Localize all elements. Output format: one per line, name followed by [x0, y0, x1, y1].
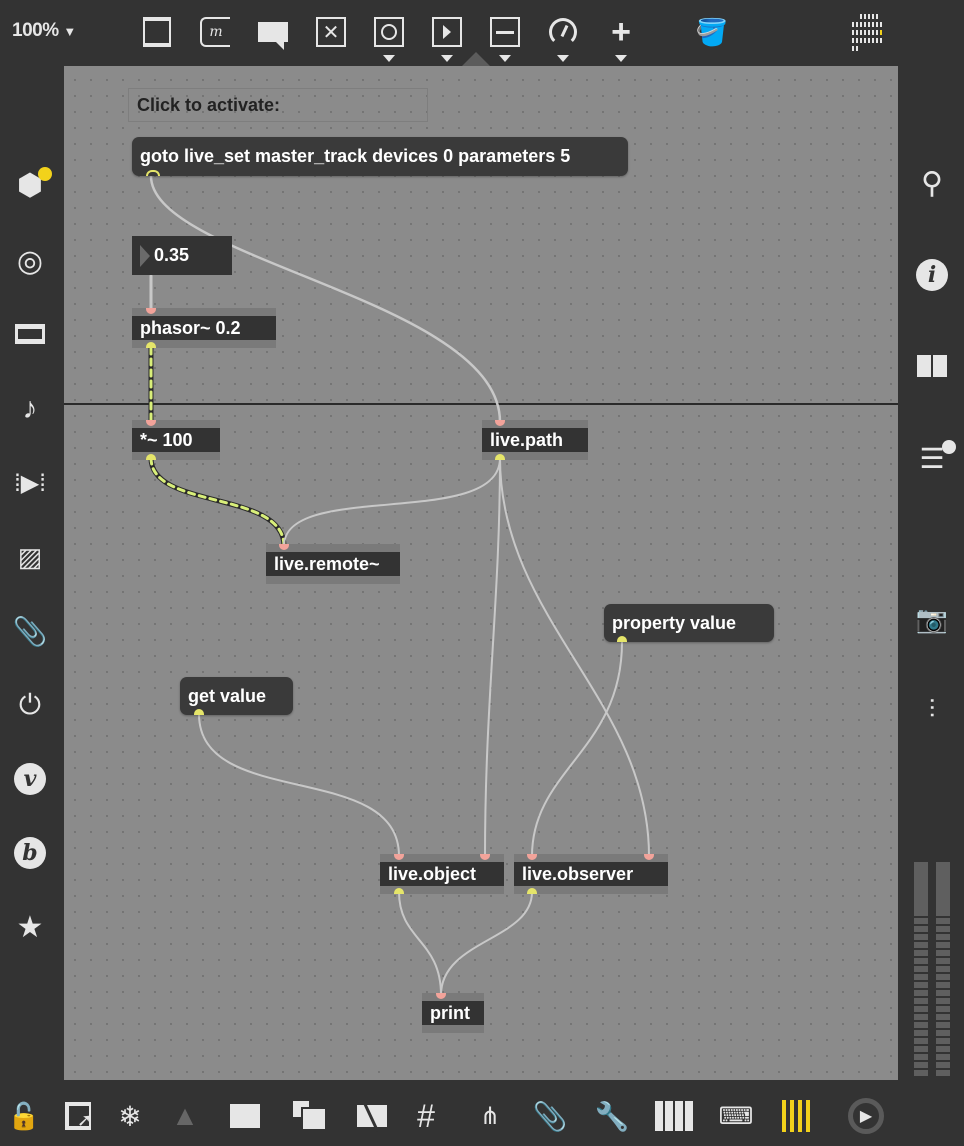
image-icon[interactable]: ▨	[10, 537, 50, 577]
target-icon[interactable]: ◎	[10, 241, 50, 281]
cord-multiply-to-liveremote	[148, 455, 287, 549]
outlet[interactable]	[194, 709, 204, 715]
book-icon[interactable]	[912, 346, 952, 386]
number-triangle-icon	[140, 244, 150, 267]
cord-livepath-to-liveremote	[283, 457, 501, 547]
phasor-object[interactable]: phasor~ 0.2	[132, 316, 276, 340]
piano-icon[interactable]	[654, 1096, 694, 1136]
list-icon[interactable]: ☰	[912, 438, 956, 478]
packages-icon[interactable]: ⬢	[10, 165, 52, 205]
freeze-icon[interactable]: ❄	[110, 1096, 150, 1136]
v-icon[interactable]: v	[10, 759, 50, 799]
info-icon[interactable]: i	[912, 255, 952, 295]
outlet[interactable]	[495, 454, 505, 460]
number-box[interactable]: 0.35	[132, 236, 232, 275]
snapshot-icon[interactable]: 📷	[912, 599, 952, 639]
outlet[interactable]	[146, 170, 160, 176]
media-icon[interactable]: ⁞▶⁞	[10, 463, 50, 503]
audio-bars-icon[interactable]	[776, 1096, 816, 1136]
device-icon[interactable]	[10, 314, 50, 354]
outlet[interactable]	[617, 636, 627, 642]
live-observer-object[interactable]: live.observer	[514, 862, 668, 886]
live-remote-object[interactable]: live.remote~	[266, 552, 400, 576]
b-icon[interactable]: b	[10, 833, 50, 873]
paperclip-icon[interactable]: 📎	[10, 611, 50, 651]
mixer-icon[interactable]: ⫶	[912, 690, 952, 730]
lock-icon[interactable]: 🔓	[4, 1096, 44, 1136]
star-icon[interactable]: ★	[10, 907, 50, 947]
goto-message-box[interactable]: goto live_set master_track devices 0 par…	[132, 137, 628, 176]
keyboard-icon[interactable]: ⌨	[716, 1096, 756, 1136]
grid-icon[interactable]: #	[406, 1096, 446, 1136]
outlet[interactable]	[146, 454, 156, 460]
level-meter-left	[914, 862, 928, 1078]
cord-property-to-liveobserver	[531, 641, 623, 857]
hide-icon[interactable]	[352, 1096, 392, 1136]
live-object-object[interactable]: live.object	[380, 862, 504, 886]
hierarchy-icon[interactable]: ⋔	[470, 1096, 510, 1136]
layers-icon[interactable]	[290, 1096, 330, 1136]
music-note-icon[interactable]: ♪	[10, 389, 50, 429]
cord-livepath-to-liveobserver	[499, 457, 650, 857]
property-value-message[interactable]: property value	[604, 604, 774, 642]
play-icon[interactable]: ▶	[846, 1096, 886, 1136]
level-meter-right	[936, 862, 950, 1078]
plug-icon[interactable]: ⏻	[10, 685, 50, 725]
attach-icon[interactable]: 📎	[530, 1096, 570, 1136]
outlet[interactable]	[146, 342, 156, 348]
warning-icon[interactable]: ▲	[165, 1096, 205, 1136]
outlet[interactable]	[527, 888, 537, 894]
print-object[interactable]: print	[422, 1001, 484, 1025]
cord-goto-to-livepath	[149, 174, 502, 424]
cord-livepath-to-liveobject	[484, 457, 501, 857]
cord-liveobserver-to-print	[440, 891, 533, 996]
presentation-icon[interactable]: ➚	[58, 1096, 98, 1136]
activate-comment: Click to activate:	[128, 88, 428, 122]
multiply-object[interactable]: *~ 100	[132, 428, 220, 452]
cord-liveobject-to-print	[398, 891, 442, 996]
cord-getvalue-to-liveobject	[198, 713, 400, 857]
search-icon[interactable]: ⚲	[912, 163, 952, 203]
present-icon[interactable]	[225, 1096, 265, 1136]
live-path-object[interactable]: live.path	[482, 428, 588, 452]
number-value: 0.35	[154, 245, 190, 265]
outlet[interactable]	[394, 888, 404, 894]
wrench-icon[interactable]: 🔧	[592, 1096, 632, 1136]
